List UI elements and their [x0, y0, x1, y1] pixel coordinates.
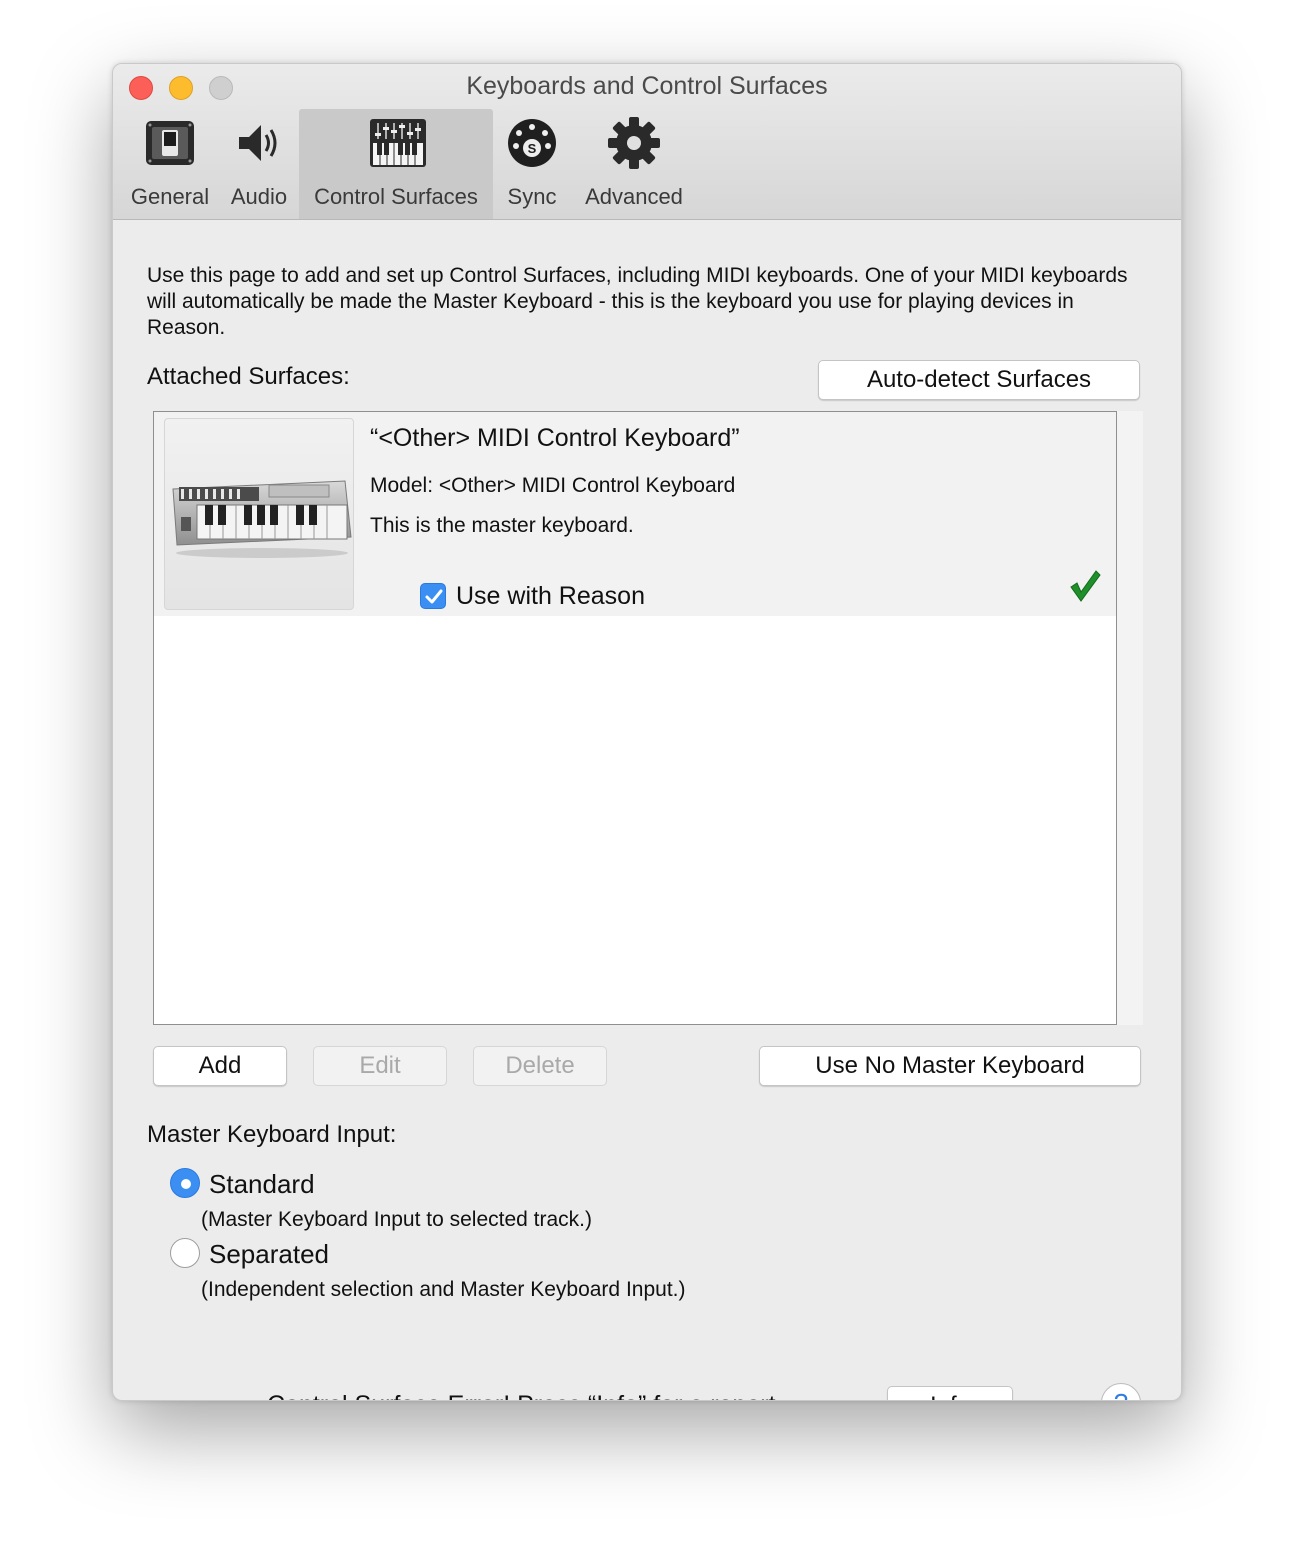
use-with-reason-label[interactable]: Use with Reason [456, 582, 645, 611]
window-title: Keyboards and Control Surfaces [466, 72, 828, 100]
use-with-reason-checkbox[interactable] [420, 583, 446, 609]
tab-label: General [130, 184, 210, 209]
add-button[interactable]: Add [153, 1046, 287, 1086]
use-no-master-keyboard-button[interactable]: Use No Master Keyboard [759, 1046, 1141, 1086]
surface-name: “<Other> MIDI Control Keyboard” [370, 424, 740, 452]
standard-radio[interactable] [170, 1168, 200, 1198]
preferences-window: Keyboards and Control Surfaces General A… [112, 63, 1182, 1401]
master-keyboard-note: This is the master keyboard. [370, 514, 634, 537]
autodetect-surfaces-button[interactable]: Auto-detect Surfaces [818, 360, 1140, 400]
standard-description: (Master Keyboard Input to selected track… [201, 1208, 593, 1231]
general-icon [142, 115, 198, 171]
help-button[interactable]: ? [1101, 1383, 1141, 1400]
standard-radio-label[interactable]: Standard [209, 1169, 315, 1200]
control-surfaces-pane: Use this page to add and set up Control … [113, 221, 1181, 1400]
surface-model: Model: <Other> MIDI Control Keyboard [370, 474, 736, 497]
surfaces-list: “<Other> MIDI Control Keyboard” Model: <… [153, 411, 1117, 1025]
tab-label: Audio [230, 184, 288, 209]
tab-advanced[interactable]: Advanced [579, 109, 689, 219]
attached-surfaces-label: Attached Surfaces: [147, 363, 350, 390]
list-scrollbar-track[interactable] [1117, 411, 1143, 1025]
control-surface-error-text: Control Surface Error! Press “Info” for … [267, 1391, 782, 1400]
master-keyboard-input-label: Master Keyboard Input: [147, 1121, 397, 1148]
info-button[interactable]: Info [887, 1386, 1013, 1400]
tab-audio[interactable]: Audio [223, 109, 295, 219]
speaker-icon [231, 115, 287, 171]
separated-radio-label[interactable]: Separated [209, 1239, 329, 1270]
tab-label: Advanced [585, 184, 683, 209]
tab-control-surfaces[interactable]: Control Surfaces [299, 109, 493, 219]
tab-label: Sync [507, 184, 557, 209]
mixer-keyboard-icon [368, 115, 426, 171]
tab-label: Control Surfaces [314, 184, 478, 209]
title-bar: Keyboards and Control Surfaces General A… [113, 64, 1181, 220]
list-item[interactable]: “<Other> MIDI Control Keyboard” Model: <… [154, 412, 1116, 616]
intro-text: Use this page to add and set up Control … [147, 264, 1128, 339]
keyboard-thumbnail-icon [164, 418, 354, 610]
delete-button[interactable]: Delete [473, 1046, 607, 1086]
separated-radio[interactable] [170, 1238, 200, 1268]
gear-icon [606, 115, 662, 171]
edit-button[interactable]: Edit [313, 1046, 447, 1086]
tab-sync[interactable]: S Sync [499, 109, 565, 219]
svg-text:S: S [528, 141, 537, 156]
green-check-icon [1068, 568, 1102, 609]
separated-description: (Independent selection and Master Keyboa… [201, 1278, 686, 1301]
tab-general[interactable]: General [125, 109, 215, 219]
midi-sync-icon: S [504, 115, 560, 171]
